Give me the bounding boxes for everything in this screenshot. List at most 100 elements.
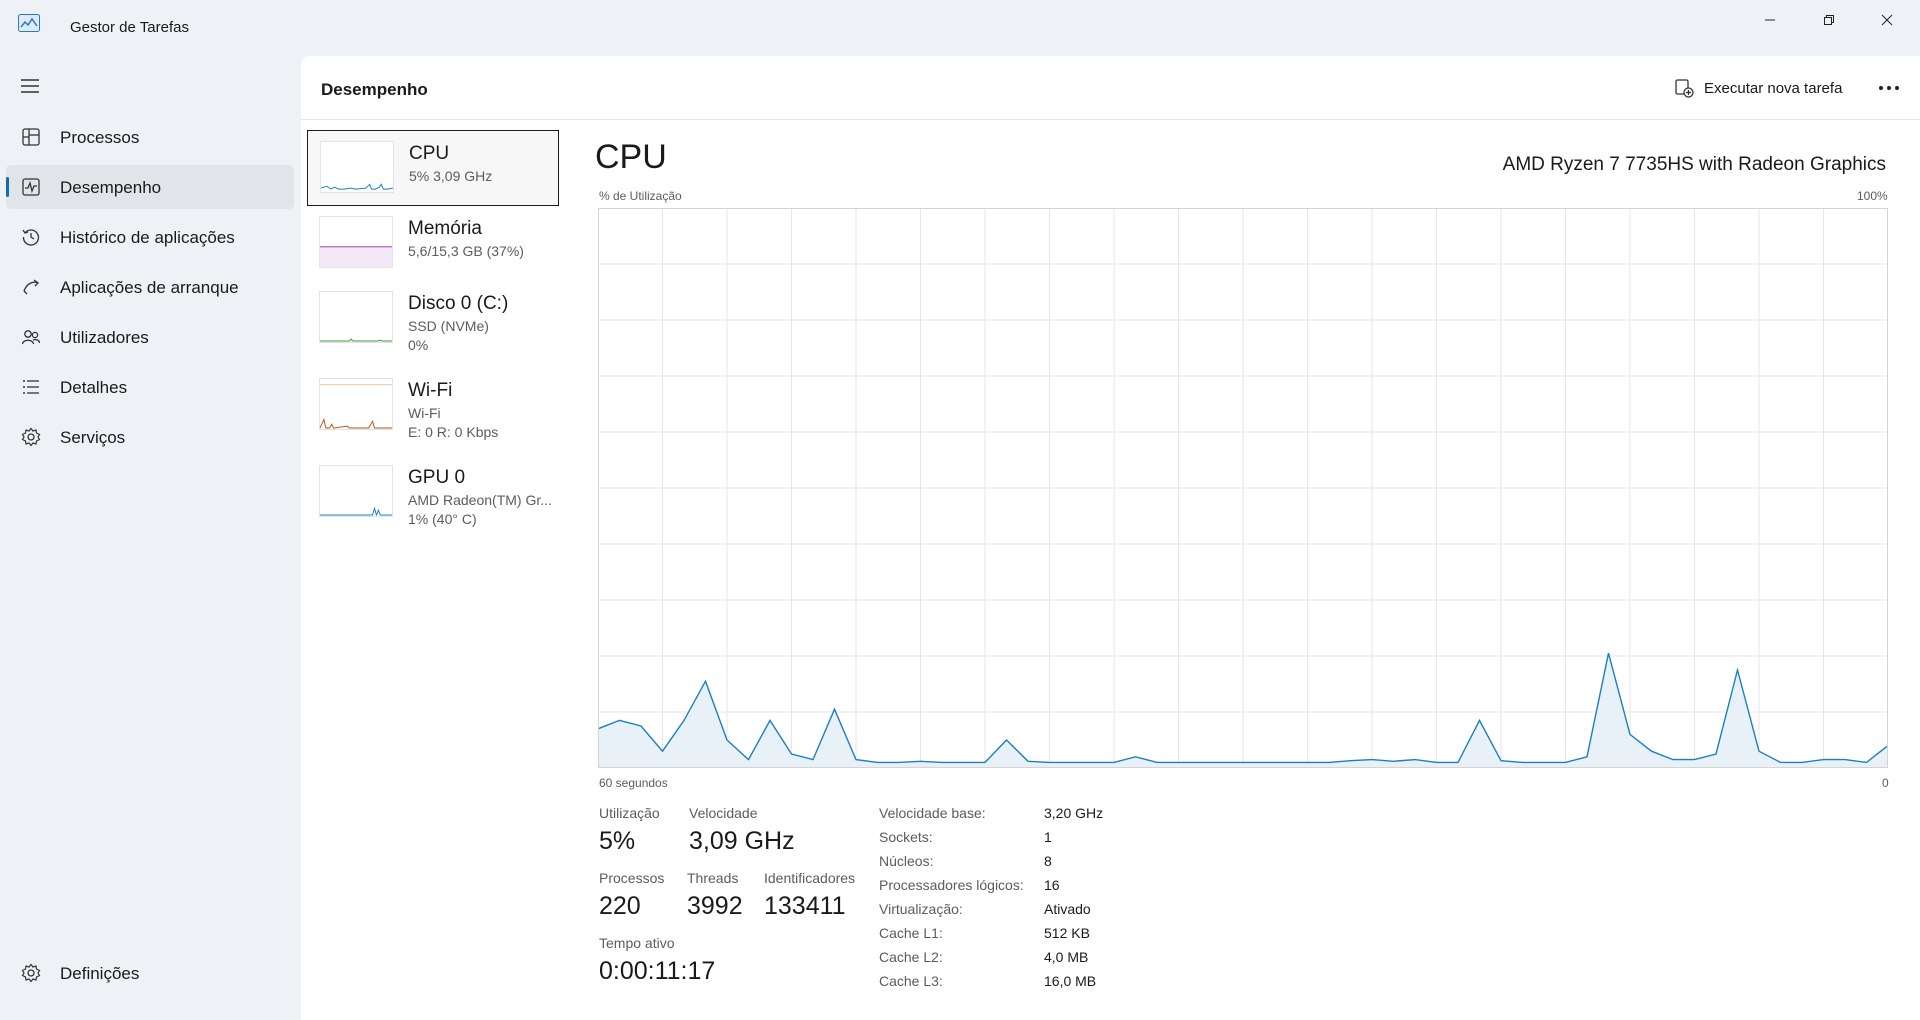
device-detail: 1% (40° C) (408, 511, 477, 527)
device-name: CPU (409, 143, 450, 164)
wifi-thumbnail-graph (319, 378, 393, 430)
spec-value-cache-l1: 512 KB (1044, 925, 1090, 941)
close-button[interactable] (1858, 0, 1916, 40)
device-detail: 0% (408, 337, 429, 353)
sidebar: Processos Desempenho Histórico de aplica… (0, 56, 300, 1020)
main-panel: Desempenho Executar nova tarefa CPU 5% 3… (301, 56, 1920, 1020)
speed-label: Velocidade (689, 805, 758, 821)
run-new-task-label: Executar nova tarefa (1704, 79, 1843, 97)
sidebar-item-processes[interactable]: Processos (6, 115, 294, 159)
cpu-utilization-chart (598, 208, 1888, 768)
processes-value: 220 (599, 892, 641, 920)
more-options-button[interactable] (1871, 72, 1907, 104)
device-name: GPU 0 (408, 467, 466, 488)
spec-label-virtualization: Virtualização: (879, 901, 963, 917)
spec-value-virtualization: Ativado (1044, 901, 1091, 917)
sidebar-item-services[interactable]: Serviços (6, 415, 294, 459)
sidebar-item-startup-apps[interactable]: Aplicações de arranque (6, 265, 294, 309)
details-icon (20, 376, 42, 398)
spec-value-base-speed: 3,20 GHz (1044, 805, 1104, 821)
services-icon (20, 426, 42, 448)
window-title: Gestor de Tarefas (70, 19, 189, 36)
threads-label: Threads (687, 870, 739, 886)
spec-value-cores: 8 (1044, 853, 1052, 869)
minimize-icon (1765, 19, 1775, 21)
spec-label-cache-l3: Cache L3: (879, 973, 943, 989)
sidebar-item-label: Processos (60, 128, 140, 147)
handles-value: 133411 (764, 892, 846, 920)
sidebar-item-app-history[interactable]: Histórico de aplicações (6, 215, 294, 259)
performance-icon (20, 176, 42, 198)
page-header: Desempenho Executar nova tarefa (301, 56, 1920, 120)
cpu-model-name: AMD Ryzen 7 7735HS with Radeon Graphics (1502, 154, 1886, 175)
hamburger-icon (21, 79, 39, 93)
processes-icon (20, 126, 42, 148)
page-title: Desempenho (321, 80, 428, 99)
spec-value-logical-processors: 16 (1044, 877, 1060, 893)
device-detail: E: 0 R: 0 Kbps (408, 424, 499, 440)
startup-icon (20, 276, 42, 298)
device-card-cpu[interactable]: CPU 5% 3,09 GHz (307, 130, 559, 206)
spec-label-cache-l2: Cache L2: (879, 949, 943, 965)
device-detail: AMD Radeon(TM) Gr... (408, 492, 552, 508)
device-name: Memória (408, 218, 482, 239)
more-icon (1879, 86, 1899, 90)
device-detail: SSD (NVMe) (408, 318, 489, 334)
spec-value-sockets: 1 (1044, 829, 1052, 845)
threads-value: 3992 (687, 892, 743, 920)
new-task-icon (1675, 79, 1694, 98)
sidebar-item-label: Aplicações de arranque (60, 278, 239, 297)
spec-label-base-speed: Velocidade base: (879, 805, 986, 821)
speed-value: 3,09 GHz (689, 827, 795, 855)
sidebar-item-label: Serviços (60, 428, 126, 447)
task-manager-window: Gestor de Tarefas Processos Desempenho H… (0, 0, 1920, 1020)
processes-label: Processos (599, 870, 665, 886)
device-detail: Wi-Fi (408, 405, 441, 421)
close-icon (1881, 14, 1893, 26)
x-axis-left-label: 60 segundos (599, 776, 668, 790)
sidebar-item-label: Histórico de aplicações (60, 228, 235, 247)
device-card-memory[interactable]: Memória 5,6/15,3 GB (37%) (307, 206, 559, 282)
spec-label-logical-processors: Processadores lógicos: (879, 877, 1024, 893)
gear-icon (20, 962, 42, 984)
sidebar-item-label: Detalhes (60, 378, 128, 397)
sidebar-item-label: Definições (60, 964, 140, 983)
run-new-task-button[interactable]: Executar nova tarefa (1668, 72, 1848, 104)
minimize-button[interactable] (1741, 0, 1799, 40)
y-axis-max-label: 100% (1857, 189, 1888, 203)
sidebar-item-label: Desempenho (60, 178, 162, 197)
task-manager-logo-icon (18, 14, 40, 32)
disk-thumbnail-graph (319, 291, 393, 343)
uptime-value: 0:00:11:17 (599, 957, 716, 985)
handles-label: Identificadores (764, 870, 856, 886)
spec-value-cache-l3: 16,0 MB (1044, 973, 1097, 989)
device-name: Wi-Fi (408, 380, 453, 401)
restore-icon (1824, 15, 1834, 25)
utilization-value: 5% (599, 827, 636, 855)
device-name: Disco 0 (C:) (408, 293, 509, 314)
utilization-label: Utilização (599, 805, 660, 821)
title-bar: Gestor de Tarefas (0, 0, 1920, 56)
device-card-disk[interactable]: Disco 0 (C:) SSD (NVMe) 0% (307, 281, 559, 357)
gpu-thumbnail-graph (319, 465, 393, 517)
device-card-gpu[interactable]: GPU 0 AMD Radeon(TM) Gr... 1% (40° C) (307, 455, 559, 531)
device-detail: 5% 3,09 GHz (409, 168, 493, 184)
sidebar-item-details[interactable]: Detalhes (6, 365, 294, 409)
sidebar-item-performance[interactable]: Desempenho (6, 165, 294, 209)
y-axis-label: % de Utilização (599, 189, 682, 203)
spec-label-sockets: Sockets: (879, 829, 933, 845)
cpu-thumbnail-graph (320, 141, 394, 193)
sidebar-item-settings[interactable]: Definições (6, 951, 294, 995)
device-card-wifi[interactable]: Wi-Fi Wi-Fi E: 0 R: 0 Kbps (307, 368, 559, 444)
hamburger-menu-button[interactable] (18, 76, 42, 96)
uptime-label: Tempo ativo (599, 935, 675, 951)
spec-label-cache-l1: Cache L1: (879, 925, 943, 941)
spec-value-cache-l2: 4,0 MB (1044, 949, 1089, 965)
cpu-heading: CPU (595, 138, 667, 176)
restore-button[interactable] (1800, 0, 1858, 40)
sidebar-item-label: Utilizadores (60, 328, 149, 347)
sidebar-item-users[interactable]: Utilizadores (6, 315, 294, 359)
device-detail: 5,6/15,3 GB (37%) (408, 243, 524, 259)
history-icon (20, 226, 42, 248)
users-icon (20, 326, 42, 348)
